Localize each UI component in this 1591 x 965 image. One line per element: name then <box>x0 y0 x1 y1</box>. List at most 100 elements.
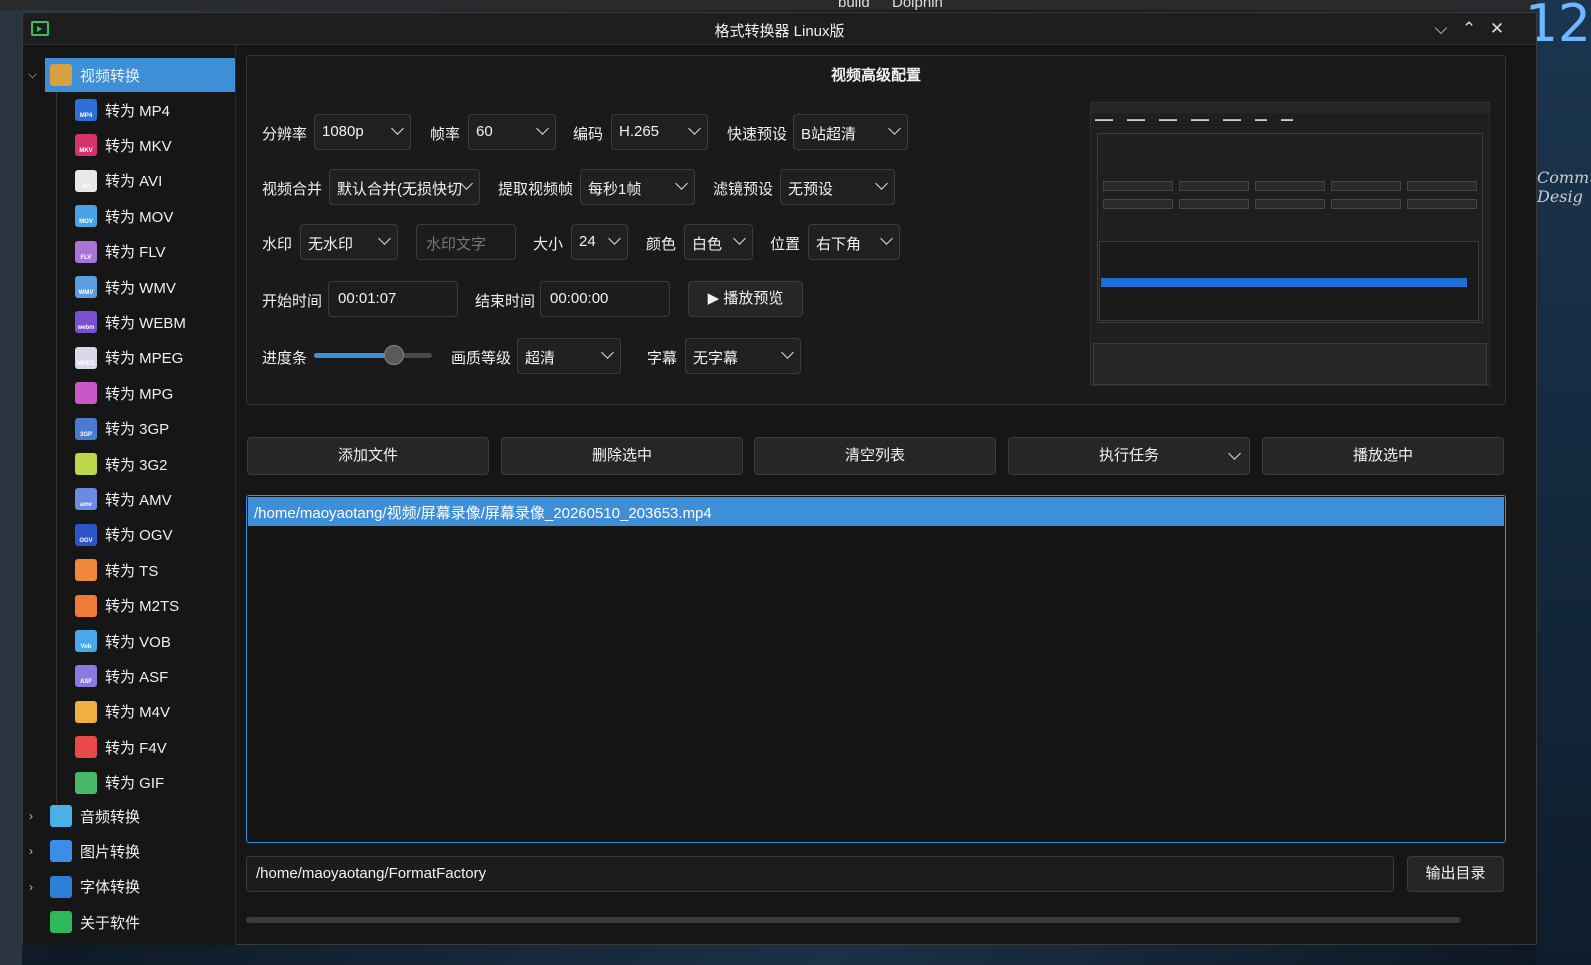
maximize-button[interactable]: ⌃ <box>1457 17 1481 41</box>
minimize-button[interactable]: ⌵ <box>1429 17 1453 41</box>
right-desktop-area: 12 Commu Desig <box>1525 0 1591 965</box>
tree-item-format[interactable]: AVI 转为 AVI <box>23 164 236 198</box>
tree-item-format-icon <box>75 559 97 582</box>
tree-item-label: 转为 VOB <box>105 633 171 651</box>
tree-item-label: 视频转换 <box>80 67 141 85</box>
tree-item-format[interactable]: 3GP 转为 3GP <box>23 412 236 446</box>
tree-item-format[interactable]: Vob 转为 VOB <box>23 624 236 658</box>
chevron-right-icon[interactable]: › <box>29 809 33 823</box>
tree-item-category[interactable]: › 字体转换 <box>23 870 236 904</box>
size-select[interactable]: 24 <box>571 224 628 260</box>
tree-item-format[interactable]: 转为 TS <box>23 553 236 587</box>
tree-item-format-icon: MPEG <box>75 346 97 369</box>
tree-item-format[interactable]: 转为 GIF <box>23 766 236 800</box>
quality-label: 画质等级 <box>451 350 512 367</box>
close-button[interactable]: ✕ <box>1485 17 1509 41</box>
tree-item-category[interactable]: › 图片转换 <box>23 834 236 868</box>
tree-item-label: 转为 3G2 <box>105 456 168 474</box>
start-time-input[interactable]: 00:01:07 <box>328 281 458 317</box>
tree-item-format[interactable]: ASF 转为 ASF <box>23 659 236 693</box>
subtitle-select[interactable]: 无字幕 <box>685 338 801 374</box>
extract-frames-value: 每秒1帧 <box>588 181 642 198</box>
framerate-value: 60 <box>476 123 493 140</box>
file-list[interactable]: /home/maoyaotang/视频/屏幕录像/屏幕录像_20260510_2… <box>246 495 1506 843</box>
preview-row <box>1101 300 1467 309</box>
size-value: 24 <box>579 233 596 250</box>
quick-preset-select[interactable]: B站超清 <box>793 114 908 150</box>
tree-item-format[interactable]: 转为 3G2 <box>23 447 236 481</box>
tree-item-format[interactable]: MKV 转为 MKV <box>23 128 236 162</box>
watermark-label: 水印 <box>262 236 293 253</box>
delete-selected-button[interactable]: 删除选中 <box>501 437 743 475</box>
tree-item-format[interactable]: 转为 F4V <box>23 730 236 764</box>
tree-item-format[interactable]: webm 转为 WEBM <box>23 305 236 339</box>
tree-item-format-icon: ASF <box>75 665 97 688</box>
color-select[interactable]: 白色 <box>684 224 753 260</box>
chevron-right-icon[interactable]: › <box>29 844 33 858</box>
subtitle-label: 字幕 <box>647 350 678 367</box>
tree-item-format[interactable]: 转为 M2TS <box>23 589 236 623</box>
tree-item-video-convert-icon <box>50 64 72 86</box>
quality-select[interactable]: 超清 <box>517 338 621 374</box>
progress-slider[interactable] <box>314 345 432 365</box>
tree-item-format[interactable]: 转为 MPG <box>23 376 236 410</box>
execute-task-button[interactable]: 执行任务 <box>1008 437 1250 475</box>
chevron-down-icon <box>536 122 549 135</box>
tree-item-format[interactable]: amv 转为 AMV <box>23 482 236 516</box>
play-preview-button[interactable]: ▶ 播放预览 <box>688 281 803 317</box>
preview-button <box>1103 199 1173 209</box>
codec-select[interactable]: H.265 <box>611 114 708 150</box>
tree-item-format-icon: MKV <box>75 134 97 157</box>
title-bar: 格式转换器 Linux版 ⌵ ⌃ ✕ <box>23 13 1536 45</box>
watermark-select[interactable]: 无水印 <box>300 224 398 260</box>
video-config-panel: 视频高级配置 分辨率 1080p 帧率 60 编码 H.265 快速预设 B站超… <box>246 55 1506 405</box>
horizontal-scrollbar[interactable] <box>246 917 1461 923</box>
chevron-down-icon <box>391 122 404 135</box>
output-dir-button[interactable]: 输出目录 <box>1407 856 1504 892</box>
tree-item-label: 转为 M2TS <box>105 598 180 616</box>
preview-row <box>1101 267 1467 276</box>
tree-item-format[interactable]: FLV 转为 FLV <box>23 235 236 269</box>
output-path-input[interactable]: /home/maoyaotang/FormatFactory <box>246 856 1394 892</box>
tree-item-category[interactable]: › 音频转换 <box>23 799 236 833</box>
tree-item-format-icon: WMV <box>75 276 97 298</box>
extract-frames-select[interactable]: 每秒1帧 <box>580 169 695 205</box>
end-time-input[interactable]: 00:00:00 <box>540 281 670 317</box>
chevron-down-icon <box>888 122 901 135</box>
chevron-right-icon[interactable]: › <box>29 880 33 894</box>
tree-item-format-icon <box>75 736 97 759</box>
filter-preset-select[interactable]: 无预设 <box>780 169 895 205</box>
desktop-top-text: build <box>838 0 870 11</box>
tree-item-format[interactable]: MP4 转为 MP4 <box>23 93 236 127</box>
merge-value: 默认合并(无损快切 <box>337 181 462 198</box>
resolution-select[interactable]: 1080p <box>314 114 411 150</box>
tree-item-format[interactable]: MPEG 转为 MPEG <box>23 341 236 375</box>
file-list-row[interactable]: /home/maoyaotang/视频/屏幕录像/屏幕录像_20260510_2… <box>248 497 1504 526</box>
chevron-down-icon[interactable]: ⌵ <box>28 67 37 82</box>
chevron-down-icon <box>733 232 746 245</box>
color-label: 颜色 <box>646 236 677 253</box>
clear-list-button[interactable]: 清空列表 <box>754 437 996 475</box>
progress-slider-handle[interactable] <box>384 345 405 365</box>
preview-button <box>1331 199 1401 209</box>
merge-select[interactable]: 默认合并(无损快切 <box>329 169 480 205</box>
tree-item-category[interactable]: 关于软件 <box>23 905 236 939</box>
tree-item-format[interactable]: MOV 转为 MOV <box>23 199 236 233</box>
tree-item-format-icon: AVI <box>75 169 97 192</box>
quality-value: 超清 <box>525 350 556 367</box>
tree-item-format[interactable]: WMV 转为 WMV <box>23 270 236 304</box>
tree-item-format[interactable]: OGV 转为 OGV <box>23 518 236 552</box>
play-selected-button[interactable]: 播放选中 <box>1262 437 1504 475</box>
position-select[interactable]: 右下角 <box>808 224 900 260</box>
tree-item-format[interactable]: 转为 M4V <box>23 695 236 729</box>
tree-item-label: 转为 ASF <box>105 668 169 686</box>
watermark-value: 无水印 <box>308 236 354 253</box>
preview-log-panel <box>1093 343 1487 385</box>
watermark-text-input[interactable]: 水印文字 <box>416 224 516 260</box>
tree-item-category-icon <box>50 805 72 827</box>
framerate-select[interactable]: 60 <box>468 114 556 150</box>
tree-item-video-convert[interactable]: 视频转换 <box>45 58 235 92</box>
add-file-button[interactable]: 添加文件 <box>247 437 489 475</box>
tree-item-label: 转为 AVI <box>105 173 163 191</box>
preview-row <box>1101 245 1467 254</box>
